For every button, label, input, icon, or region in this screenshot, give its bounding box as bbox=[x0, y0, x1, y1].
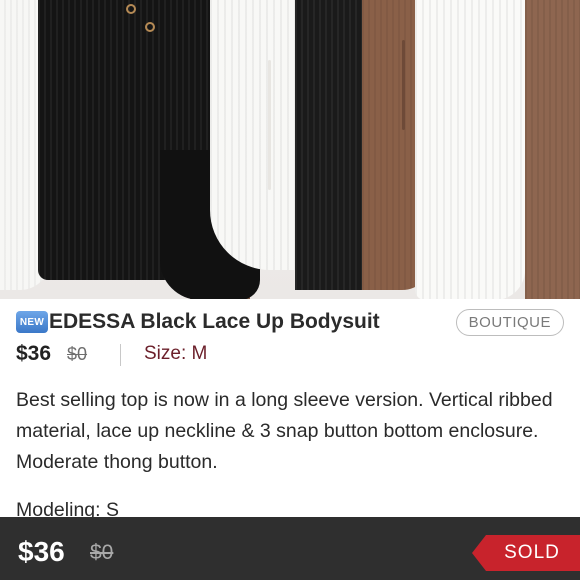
product-photo[interactable] bbox=[0, 0, 580, 299]
lace-string bbox=[402, 40, 405, 130]
bottom-price: $36 bbox=[18, 536, 65, 567]
title-row: NEW EDESSA Black Lace Up Bodysuit BOUTIQ… bbox=[16, 309, 564, 337]
new-badge-icon: NEW bbox=[16, 311, 48, 333]
garment-white-right bbox=[415, 0, 525, 299]
lace-string bbox=[268, 60, 271, 190]
listing-description: Best selling top is now in a long sleeve… bbox=[16, 389, 553, 473]
grommet bbox=[145, 22, 155, 32]
price-divider bbox=[120, 344, 121, 366]
price-row: $36 $0 Size: M bbox=[16, 342, 564, 368]
bottom-price-bar: $36 $0 SOLD bbox=[0, 517, 580, 580]
listing-info: NEW EDESSA Black Lace Up Bodysuit BOUTIQ… bbox=[0, 299, 580, 521]
listing-price: $36 bbox=[16, 342, 52, 365]
garment-brown-far-right bbox=[525, 0, 580, 299]
bottom-original-price: $0 bbox=[90, 541, 114, 564]
grommet bbox=[126, 4, 136, 14]
original-price: $0 bbox=[67, 344, 88, 364]
size-link[interactable]: Size: M bbox=[144, 343, 207, 365]
sold-ribbon: SOLD bbox=[472, 535, 580, 571]
listing-title: EDESSA Black Lace Up Bodysuit bbox=[49, 310, 380, 333]
boutique-chip[interactable]: BOUTIQUE bbox=[455, 309, 564, 336]
